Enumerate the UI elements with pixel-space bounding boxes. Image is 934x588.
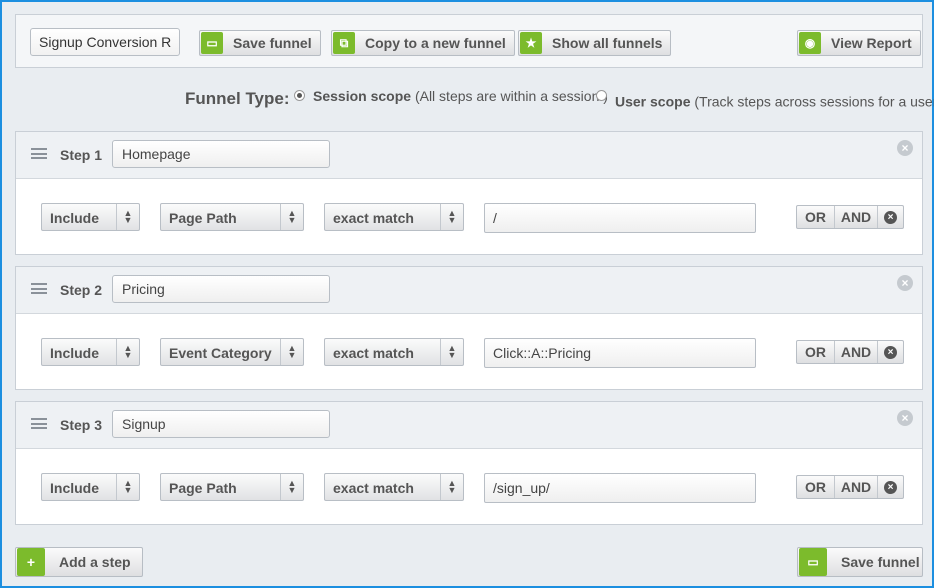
dimension-value: Page Path bbox=[169, 210, 237, 226]
rule-value-input[interactable] bbox=[484, 203, 756, 233]
rule-value-input[interactable] bbox=[484, 338, 756, 368]
user-scope-name: User scope bbox=[615, 93, 691, 110]
eye-icon: ◉ bbox=[799, 32, 821, 54]
and-button[interactable]: AND bbox=[835, 206, 878, 228]
include-select[interactable]: Include ▲ ▼ bbox=[41, 203, 140, 231]
logic-buttons: OR AND × bbox=[796, 340, 904, 364]
match-value: exact match bbox=[333, 210, 414, 226]
save-funnel-button[interactable]: ▭ Save funnel bbox=[199, 30, 321, 56]
updown-arrow-icon: ▲ ▼ bbox=[440, 474, 463, 500]
remove-rule-button[interactable]: × bbox=[878, 206, 903, 228]
session-scope-name: Session scope bbox=[313, 88, 412, 104]
remove-rule-button[interactable]: × bbox=[878, 341, 903, 363]
remove-step-icon[interactable]: × bbox=[897, 275, 913, 291]
remove-step-icon[interactable]: × bbox=[897, 410, 913, 426]
include-select[interactable]: Include ▲ ▼ bbox=[41, 473, 140, 501]
logic-buttons: OR AND × bbox=[796, 205, 904, 229]
updown-arrow-icon: ▲ ▼ bbox=[116, 339, 139, 365]
drag-handle-icon[interactable] bbox=[31, 418, 47, 429]
drag-handle-icon[interactable] bbox=[31, 283, 47, 294]
save-icon: ▭ bbox=[201, 32, 223, 54]
step-header: Step 3 × bbox=[16, 402, 922, 449]
include-value: Include bbox=[50, 210, 100, 226]
view-report-button[interactable]: ◉ View Report bbox=[797, 30, 921, 56]
user-scope-label[interactable]: User scope (Track steps across sessions … bbox=[615, 93, 934, 110]
updown-arrow-icon: ▲ ▼ bbox=[116, 204, 139, 230]
step-name-input[interactable] bbox=[112, 275, 330, 303]
funnel-name-input[interactable] bbox=[30, 28, 180, 56]
step-name-input[interactable] bbox=[112, 410, 330, 438]
add-step-label: Add a step bbox=[59, 554, 131, 570]
copy-icon: ⧉ bbox=[333, 32, 355, 54]
include-select[interactable]: Include ▲ ▼ bbox=[41, 338, 140, 366]
updown-arrow-icon: ▲ ▼ bbox=[280, 474, 303, 500]
show-all-funnels-button[interactable]: ★ Show all funnels bbox=[518, 30, 672, 56]
include-value: Include bbox=[50, 345, 100, 361]
footer-save-funnel-label: Save funnel bbox=[841, 554, 920, 570]
step-header: Step 1 × bbox=[16, 132, 922, 179]
remove-step-icon[interactable]: × bbox=[897, 140, 913, 156]
include-value: Include bbox=[50, 480, 100, 496]
close-icon: × bbox=[884, 345, 897, 359]
match-value: exact match bbox=[333, 480, 414, 496]
or-button[interactable]: OR bbox=[797, 206, 835, 228]
drag-handle-icon[interactable] bbox=[31, 148, 47, 159]
match-select[interactable]: exact match ▲ ▼ bbox=[324, 473, 464, 501]
copy-funnel-button[interactable]: ⧉ Copy to a new funnel bbox=[331, 30, 515, 56]
funnel-type-title: Funnel Type: bbox=[185, 89, 290, 108]
and-button[interactable]: AND bbox=[835, 476, 878, 498]
dimension-select[interactable]: Page Path ▲ ▼ bbox=[160, 203, 304, 231]
or-button[interactable]: OR bbox=[797, 476, 835, 498]
rule-value-input[interactable] bbox=[484, 473, 756, 503]
updown-arrow-icon: ▲ ▼ bbox=[280, 204, 303, 230]
remove-rule-button[interactable]: × bbox=[878, 476, 903, 498]
or-button[interactable]: OR bbox=[797, 341, 835, 363]
view-report-label: View Report bbox=[831, 35, 912, 51]
step-name-input[interactable] bbox=[112, 140, 330, 168]
match-select[interactable]: exact match ▲ ▼ bbox=[324, 203, 464, 231]
save-icon: ▭ bbox=[799, 548, 827, 576]
step-panel-2: Step 2 × Include ▲▼ Event Category ▲▼ ex… bbox=[15, 266, 923, 390]
step-label: Step 1 bbox=[60, 147, 103, 163]
add-step-button[interactable]: + Add a step bbox=[15, 547, 143, 577]
toolbar: ▭ Save funnel ⧉ Copy to a new funnel ★ S… bbox=[15, 14, 923, 68]
user-scope-desc: (Track steps across sessions for a user. bbox=[694, 93, 934, 110]
step-panel-1: Step 1 × Include ▲▼ Page Path ▲▼ exact m… bbox=[15, 131, 923, 255]
and-button[interactable]: AND bbox=[835, 341, 878, 363]
step-panel-3: Step 3 × Include ▲▼ Page Path ▲▼ exact m… bbox=[15, 401, 923, 525]
step-label: Step 2 bbox=[60, 282, 103, 298]
dimension-select[interactable]: Page Path ▲ ▼ bbox=[160, 473, 304, 501]
updown-arrow-icon: ▲ ▼ bbox=[440, 339, 463, 365]
match-select[interactable]: exact match ▲ ▼ bbox=[324, 338, 464, 366]
show-all-funnels-label: Show all funnels bbox=[552, 35, 663, 51]
dimension-value: Event Category bbox=[169, 345, 272, 361]
updown-arrow-icon: ▲ ▼ bbox=[116, 474, 139, 500]
star-icon: ★ bbox=[520, 32, 542, 54]
updown-arrow-icon: ▲ ▼ bbox=[440, 204, 463, 230]
match-value: exact match bbox=[333, 345, 414, 361]
funnel-type-row: Funnel Type: Session scope (All steps ar… bbox=[185, 88, 934, 110]
step-label: Step 3 bbox=[60, 417, 103, 433]
close-icon: × bbox=[884, 210, 897, 224]
close-icon: × bbox=[884, 480, 897, 494]
step-header: Step 2 × bbox=[16, 267, 922, 314]
user-scope-radio[interactable] bbox=[596, 90, 607, 101]
footer-save-funnel-button[interactable]: ▭ Save funnel bbox=[797, 547, 923, 577]
session-scope-radio[interactable] bbox=[294, 90, 305, 101]
plus-icon: + bbox=[17, 548, 45, 576]
save-funnel-label: Save funnel bbox=[233, 35, 312, 51]
updown-arrow-icon: ▲ ▼ bbox=[280, 339, 303, 365]
session-scope-desc: (All steps are within a session.) bbox=[414, 88, 608, 104]
logic-buttons: OR AND × bbox=[796, 475, 904, 499]
copy-funnel-label: Copy to a new funnel bbox=[365, 35, 506, 51]
dimension-value: Page Path bbox=[169, 480, 237, 496]
session-scope-label[interactable]: Session scope (All steps are within a se… bbox=[313, 88, 608, 104]
dimension-select[interactable]: Event Category ▲ ▼ bbox=[160, 338, 304, 366]
